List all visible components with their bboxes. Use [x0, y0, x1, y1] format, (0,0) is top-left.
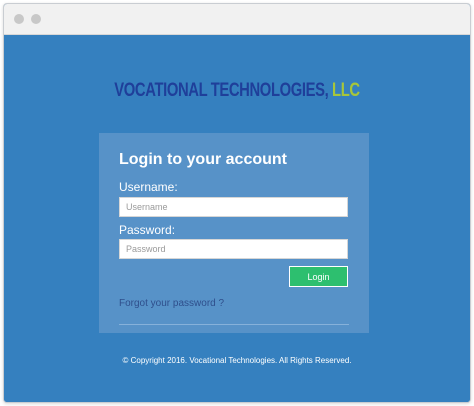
company-logo: VOCATIONAL TECHNOLOGIES, LLC [55, 80, 418, 102]
forgot-password-link[interactable]: Forgot your password ? [119, 298, 224, 309]
login-panel: Login to your account Username: Password… [99, 133, 369, 333]
login-button[interactable]: Login [289, 266, 348, 287]
page-content: VOCATIONAL TECHNOLOGIES, LLC Login to yo… [4, 35, 470, 402]
copyright-text: © Copyright 2016. Vocational Technologie… [122, 356, 352, 365]
logo-name: VOCATIONAL TECHNOLOGIES, [114, 80, 329, 101]
password-input[interactable] [119, 239, 348, 259]
username-label: Username: [119, 180, 178, 194]
window-control-dot[interactable] [14, 14, 24, 24]
panel-divider [119, 324, 349, 325]
browser-window: VOCATIONAL TECHNOLOGIES, LLC Login to yo… [3, 3, 471, 403]
login-title: Login to your account [119, 151, 287, 168]
window-titlebar [4, 4, 470, 35]
password-label: Password: [119, 223, 176, 237]
window-control-dot[interactable] [31, 14, 41, 24]
logo-suffix: LLC [328, 80, 360, 101]
username-input[interactable] [119, 197, 348, 217]
